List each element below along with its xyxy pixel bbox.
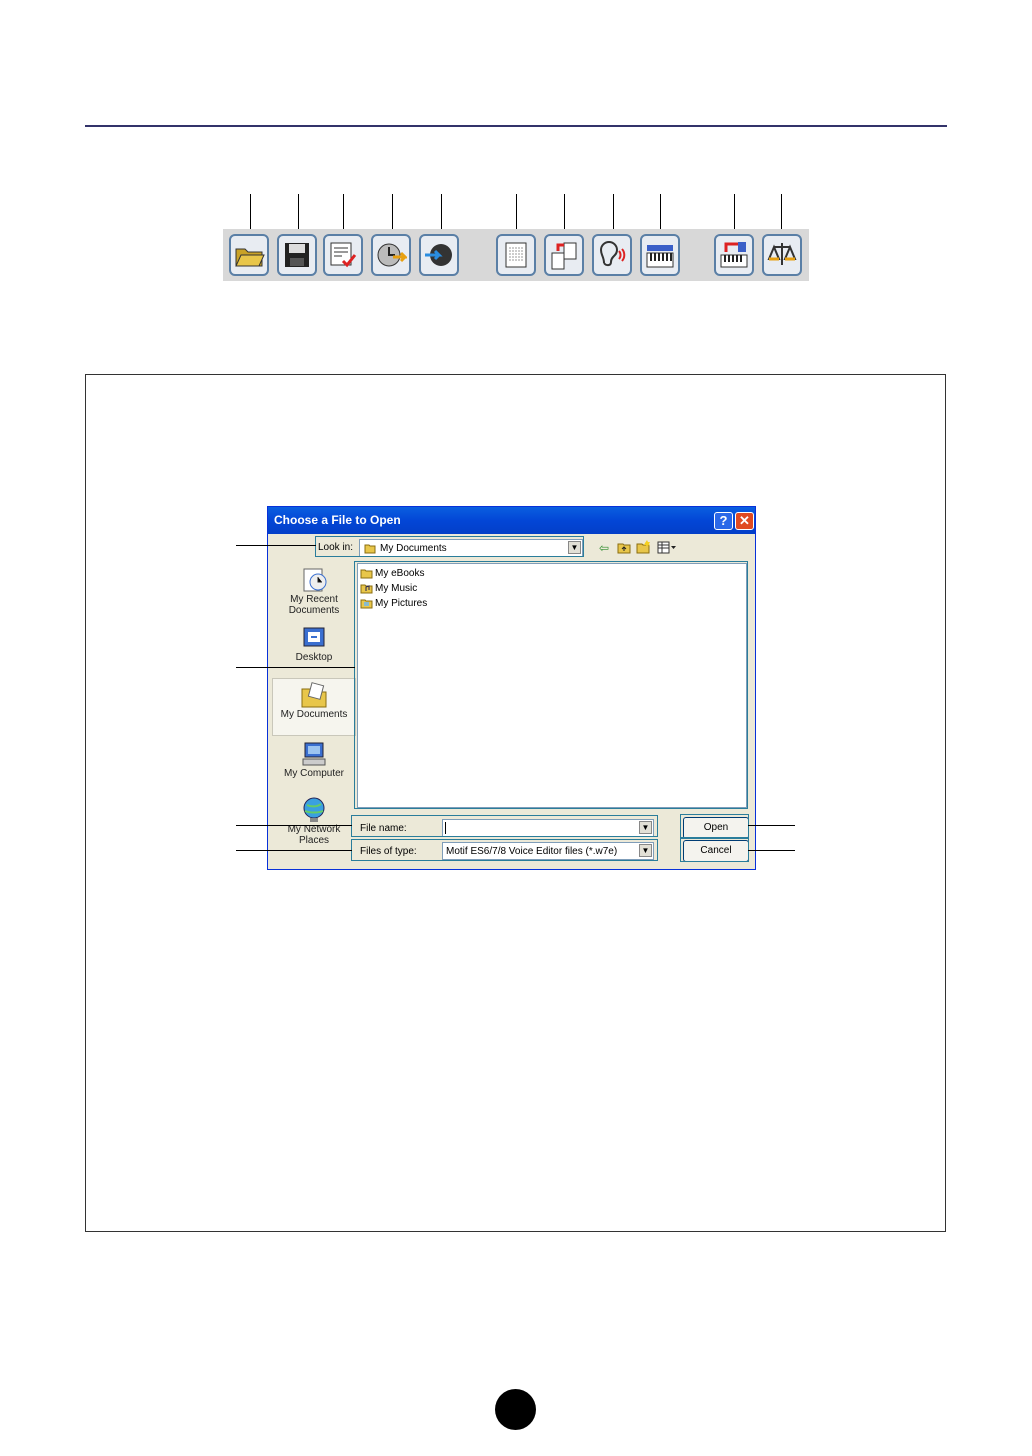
- keyboard-button[interactable]: [640, 234, 680, 276]
- place-label: My Documents: [280, 709, 348, 720]
- place-desktop[interactable]: Desktop: [272, 622, 356, 678]
- callout-line: [298, 194, 299, 232]
- compass-arrow-button[interactable]: [419, 234, 459, 276]
- callout-line: [236, 850, 352, 851]
- audition-button[interactable]: [592, 234, 632, 276]
- callout-line: [236, 545, 316, 546]
- view-menu-icon[interactable]: [657, 541, 677, 554]
- open-button[interactable]: [229, 234, 269, 276]
- callout-line: [734, 194, 735, 232]
- callout-line: [748, 850, 795, 851]
- place-label: My Network Places: [287, 824, 341, 846]
- grid-list-icon: [505, 242, 527, 268]
- callout-line: [236, 667, 355, 668]
- page-number-badge: [495, 1389, 536, 1430]
- place-my-computer[interactable]: My Computer: [272, 738, 356, 794]
- desktop-icon: [303, 627, 325, 647]
- place-label: My Computer: [283, 768, 344, 779]
- up-folder-icon[interactable]: [617, 541, 631, 554]
- back-arrow-icon[interactable]: ⇦: [599, 541, 609, 555]
- network-places-icon: [303, 797, 325, 822]
- checklist-icon: [330, 242, 357, 268]
- callout-box-look-in: [315, 536, 584, 557]
- keyboard-transfer-button[interactable]: [714, 234, 754, 276]
- open-folder-icon: [235, 248, 265, 267]
- dialog-title: Choose a File to Open: [274, 513, 401, 527]
- callout-line: [250, 194, 251, 232]
- clock-arrow-icon: [377, 243, 407, 267]
- callout-line: [564, 194, 565, 232]
- callout-line: [441, 194, 442, 232]
- callout-box-file-list: [354, 561, 748, 809]
- place-my-documents[interactable]: My Documents: [272, 678, 356, 736]
- save-disk-icon: [285, 243, 309, 267]
- my-computer-icon: [302, 742, 326, 766]
- transfer-arrows-icon: [551, 242, 577, 270]
- callout-line: [613, 194, 614, 232]
- ear-sound-icon: [599, 241, 626, 267]
- header-rule: [85, 125, 947, 127]
- place-my-recent-documents[interactable]: My Recent Documents: [272, 564, 356, 620]
- compare-button[interactable]: [762, 234, 802, 276]
- editor-toolbar: [223, 229, 809, 281]
- compass-arrow-icon: [425, 244, 452, 266]
- new-folder-icon[interactable]: [636, 540, 651, 554]
- checklist-button[interactable]: [323, 234, 363, 276]
- clock-arrow-button[interactable]: [371, 234, 411, 276]
- save-button[interactable]: [277, 234, 317, 276]
- callout-box-files-of-type: [351, 839, 658, 861]
- transfer-button[interactable]: [544, 234, 584, 276]
- callout-line: [781, 194, 782, 232]
- callout-box-file-name: [351, 815, 658, 837]
- callout-line: [392, 194, 393, 232]
- place-my-network-places[interactable]: My Network Places: [272, 794, 356, 854]
- callout-line: [748, 825, 795, 826]
- callout-line: [516, 194, 517, 232]
- place-label: Desktop: [295, 652, 333, 663]
- callout-box-cancel: [680, 838, 749, 862]
- close-button[interactable]: ✕: [735, 512, 754, 530]
- place-label: My Recent Documents: [288, 594, 340, 616]
- compare-scale-icon: [767, 243, 797, 265]
- keyboard-icon: [646, 245, 674, 268]
- grid-list-button[interactable]: [496, 234, 536, 276]
- dialog-titlebar: Choose a File to Open ? ✕: [268, 507, 755, 534]
- my-documents-icon: [301, 682, 327, 708]
- callout-line: [660, 194, 661, 232]
- keyboard-transfer-icon: [720, 242, 748, 268]
- toolbar-callout-lines: [0, 194, 1032, 234]
- places-bar: My Recent Documents Desktop My Documents…: [272, 560, 356, 865]
- callout-box-open: [680, 814, 749, 838]
- callout-line: [236, 825, 352, 826]
- help-button[interactable]: ?: [714, 512, 733, 530]
- callout-line: [343, 194, 344, 232]
- recent-documents-icon: [303, 568, 327, 592]
